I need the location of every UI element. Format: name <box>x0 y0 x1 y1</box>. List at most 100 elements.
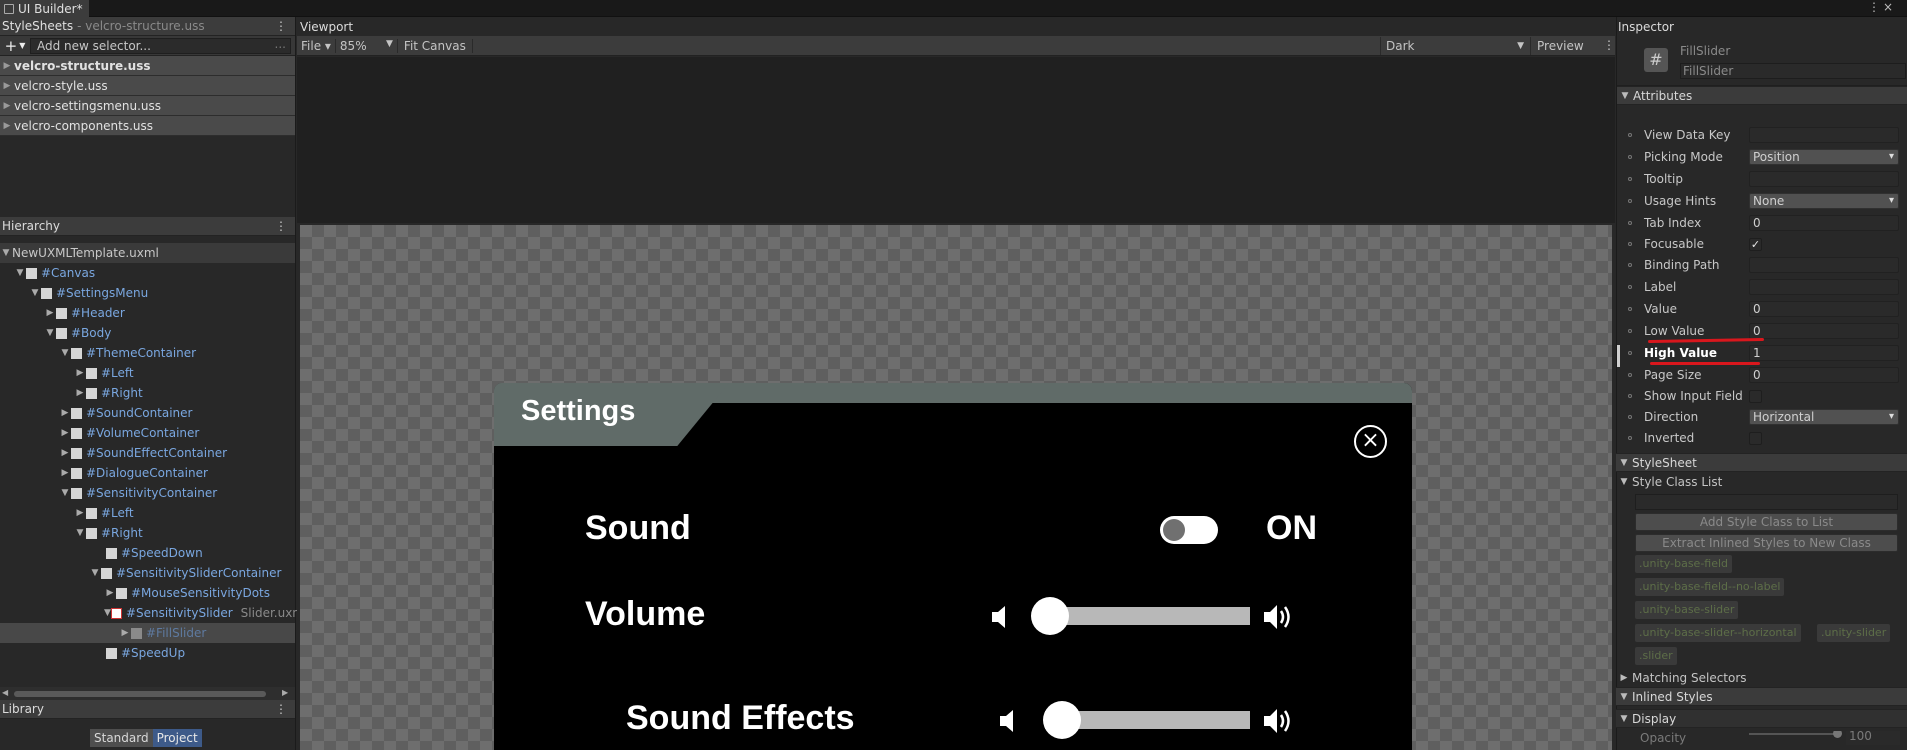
usage-hints-dropdown[interactable]: None <box>1749 193 1899 209</box>
stylesheet-item-components[interactable]: ▶ velcro-components.uss <box>0 116 295 136</box>
style-class-list-foldout[interactable]: ▼ Style Class List <box>1616 472 1907 491</box>
foldout-arrow-icon[interactable]: ▼ <box>1616 477 1632 487</box>
expand-arrow-icon[interactable]: ▶ <box>59 428 71 438</box>
tab-standard[interactable]: Standard <box>90 729 153 747</box>
stylesheet-item-style[interactable]: ▶ velcro-style.uss <box>0 76 295 96</box>
focusable-checkbox[interactable]: ✓ <box>1749 237 1762 251</box>
tree-item[interactable]: ▼ #ThemeContainer <box>0 343 295 363</box>
binding-path-input[interactable] <box>1749 257 1899 273</box>
expand-arrow-icon[interactable]: ▶ <box>59 468 71 478</box>
tree-item[interactable]: #SpeedDown <box>0 543 295 563</box>
expand-arrow-icon[interactable]: ▶ <box>74 508 86 518</box>
foldout-arrow-icon[interactable]: ▼ <box>1617 91 1633 101</box>
close-window-icon[interactable]: × <box>1883 0 1893 14</box>
foldout-arrow-icon[interactable]: ▼ <box>1616 692 1632 702</box>
foldout-arrow-icon[interactable]: ▼ <box>1616 714 1632 724</box>
stylesheet-section[interactable]: ▼ StyleSheet <box>1616 453 1907 472</box>
expand-arrow-icon[interactable]: ▼ <box>59 348 71 358</box>
tree-item[interactable]: ▶ #Left <box>0 363 295 383</box>
expand-arrow-icon[interactable]: ▶ <box>119 628 131 638</box>
element-name-field[interactable]: FillSlider <box>1680 63 1906 79</box>
preview-button[interactable]: Preview <box>1530 37 1590 55</box>
style-class-input[interactable] <box>1635 494 1898 510</box>
tree-item[interactable]: ▶ #Left <box>0 503 295 523</box>
expand-arrow-icon[interactable]: ▼ <box>0 248 12 258</box>
library-menu-icon[interactable]: ⋮ <box>275 703 287 715</box>
inlined-styles-section[interactable]: ▼ Inlined Styles <box>1616 687 1907 706</box>
volume-slider-handle[interactable] <box>1031 597 1070 635</box>
label-input[interactable] <box>1749 279 1899 295</box>
expand-arrow-icon[interactable]: ▼ <box>59 488 71 498</box>
expand-arrow-icon[interactable]: ▼ <box>44 328 56 338</box>
opacity-slider-handle[interactable] <box>1833 731 1842 738</box>
style-class-chip[interactable]: .slider <box>1635 647 1677 665</box>
picking-mode-dropdown[interactable]: Position <box>1749 149 1899 165</box>
foldout-arrow-icon[interactable]: ▼ <box>1616 458 1632 468</box>
tree-item[interactable]: ▶ #SoundContainer <box>0 403 295 423</box>
fit-canvas-button[interactable]: Fit Canvas <box>398 38 473 53</box>
expand-arrow-icon[interactable]: ▼ <box>89 568 101 578</box>
add-selector-input[interactable]: Add new selector... ... <box>30 37 291 54</box>
tab-project[interactable]: Project <box>152 729 202 747</box>
tree-item[interactable]: ▶ #DialogueContainer <box>0 463 295 483</box>
scrollbar-thumb[interactable] <box>14 691 266 697</box>
tree-item[interactable]: ▶ #SoundEffectContainer <box>0 443 295 463</box>
view-data-key-input[interactable] <box>1749 127 1899 143</box>
expand-arrow-icon[interactable]: ▶ <box>0 61 14 71</box>
viewport-menu-icon[interactable]: ⋮ <box>1603 38 1615 52</box>
expand-arrow-icon[interactable]: ▶ <box>59 448 71 458</box>
foldout-arrow-icon[interactable]: ▶ <box>1616 673 1632 683</box>
low-value-input[interactable]: 0 <box>1749 323 1899 339</box>
expand-arrow-icon[interactable]: ▼ <box>74 528 86 538</box>
tree-item[interactable]: ▼ #Canvas <box>0 263 295 283</box>
tab-index-input[interactable]: 0 <box>1749 215 1899 231</box>
window-kebab-icon[interactable]: ⋮ <box>1868 0 1880 14</box>
sound-toggle[interactable] <box>1160 516 1218 544</box>
expand-arrow-icon[interactable]: ▼ <box>29 288 41 298</box>
expand-arrow-icon[interactable]: ▶ <box>0 81 14 91</box>
show-input-field-checkbox[interactable] <box>1749 389 1762 403</box>
expand-arrow-icon[interactable]: ▶ <box>74 388 86 398</box>
scroll-left-icon[interactable]: ◀ <box>2 688 8 697</box>
tree-item[interactable]: ▶ #Right <box>0 383 295 403</box>
extract-inlined-styles-button[interactable]: Extract Inlined Styles to New Class <box>1635 534 1898 552</box>
expand-arrow-icon[interactable]: ▶ <box>74 368 86 378</box>
expand-arrow-icon[interactable]: ▶ <box>0 101 14 111</box>
sound-effects-slider-handle[interactable] <box>1043 701 1082 739</box>
stylesheets-menu-icon[interactable]: ⋮ <box>275 20 287 32</box>
tree-item[interactable]: ▼ #SettingsMenu <box>0 283 295 303</box>
hierarchy-menu-icon[interactable]: ⋮ <box>275 220 287 232</box>
tree-item[interactable]: ▶ #VolumeContainer <box>0 423 295 443</box>
page-size-input[interactable]: 0 <box>1749 367 1899 383</box>
scroll-right-icon[interactable]: ▶ <box>282 688 288 697</box>
settings-menu[interactable]: Settings × Sound ON Volume Sound Effects <box>494 383 1412 750</box>
opacity-input[interactable]: 100 <box>1846 731 1900 745</box>
stylesheet-item-structure[interactable]: ▶ velcro-structure.uss <box>0 56 295 76</box>
theme-dropdown[interactable]: Dark ▼ <box>1380 37 1530 55</box>
expand-arrow-icon[interactable]: ▶ <box>44 308 56 318</box>
tree-item-selected[interactable]: ▶ #FillSlider <box>0 623 295 643</box>
file-menu[interactable]: File ▾ <box>297 38 336 53</box>
matching-selectors-foldout[interactable]: ▶ Matching Selectors <box>1616 668 1907 687</box>
stylesheet-item-settingsmenu[interactable]: ▶ velcro-settingsmenu.uss <box>0 96 295 116</box>
style-class-chip[interactable]: .unity-base-slider <box>1635 601 1739 619</box>
close-icon[interactable]: × <box>1354 425 1387 458</box>
ui-builder-tab[interactable]: UI Builder* <box>0 0 89 17</box>
tree-item[interactable]: ▼ #Body <box>0 323 295 343</box>
tree-item[interactable]: ▼ #SensitivityContainer <box>0 483 295 503</box>
expand-arrow-icon[interactable]: ▼ <box>104 608 111 618</box>
tree-item[interactable]: ▶ #MouseSensitivityDots <box>0 583 295 603</box>
tree-item[interactable]: ▶ #Header <box>0 303 295 323</box>
tree-item[interactable]: ▼ #SensitivitySliderContainer <box>0 563 295 583</box>
style-class-chip[interactable]: .unity-base-field <box>1635 555 1733 573</box>
style-class-chip[interactable]: .unity-slider <box>1817 624 1891 642</box>
inverted-checkbox[interactable] <box>1749 431 1762 445</box>
attributes-section[interactable]: ▼ Attributes <box>1617 86 1907 105</box>
hierarchy-hscrollbar[interactable]: ◀ ▶ <box>0 687 295 701</box>
direction-dropdown[interactable]: Horizontal <box>1749 409 1899 425</box>
hierarchy-root[interactable]: ▼ NewUXMLTemplate.uxml <box>0 243 295 263</box>
add-stylesheet-button[interactable]: + ▼ <box>0 37 30 55</box>
tree-item[interactable]: ▼ #Right <box>0 523 295 543</box>
opacity-slider-track[interactable] <box>1749 733 1837 735</box>
high-value-input[interactable]: 1 <box>1749 345 1899 361</box>
